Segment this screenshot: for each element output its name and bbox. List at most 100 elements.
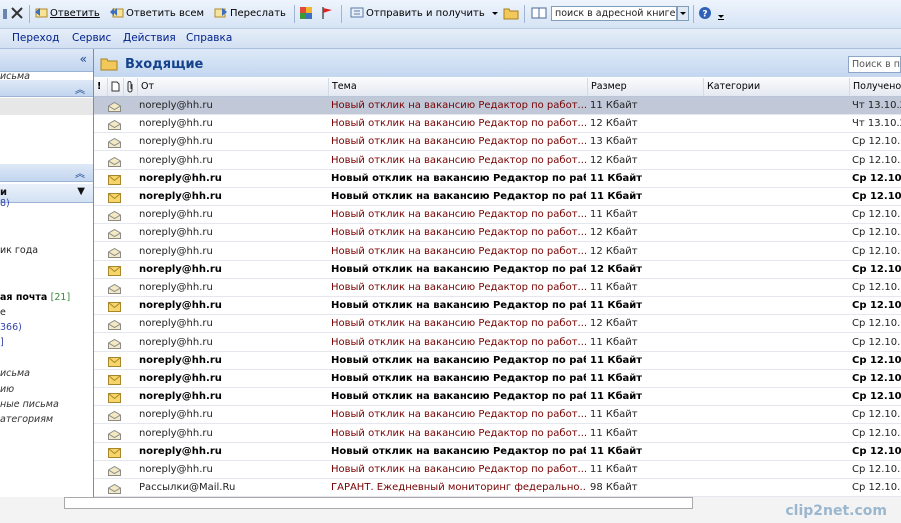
message-row[interactable]: noreply@hh.ru Новый отклик на вакансию Ре… — [94, 133, 901, 152]
message-received: Чт 13.10.2 — [852, 100, 901, 111]
reply-all-button[interactable]: Ответить всем — [110, 6, 204, 22]
nav-item[interactable]: 8) — [0, 198, 10, 209]
forward-icon — [214, 6, 228, 18]
message-row[interactable]: noreply@hh.ru Новый отклик на вакансию Ре… — [94, 334, 901, 352]
address-book-button[interactable] — [531, 6, 547, 22]
collapse-pane-icon[interactable]: « — [80, 52, 87, 66]
nav-item[interactable]: исьма — [0, 71, 30, 82]
nav-item[interactable]: ик года — [0, 245, 38, 256]
message-received: Ср 12.10.2 — [852, 136, 901, 148]
address-search-dropdown[interactable] — [677, 6, 689, 21]
message-size: 12 Кбайт — [590, 154, 638, 166]
message-received: Ср 12.10.2 — [852, 445, 901, 457]
nav-item[interactable]: 366) — [0, 322, 22, 333]
message-row[interactable]: noreply@hh.ru Новый отклик на вакансию Ре… — [94, 188, 901, 206]
menu-go[interactable]: Переход — [12, 32, 59, 44]
message-row[interactable]: noreply@hh.ru Новый отклик на вакансию Ре… — [94, 261, 901, 279]
nav-item-inbox[interactable]: ая почта [21] — [0, 292, 70, 303]
attachment-column[interactable] — [123, 78, 137, 96]
received-column-header[interactable]: Получено — [849, 78, 901, 96]
instant-search-input[interactable]: Поиск в п — [848, 56, 901, 73]
message-from: noreply@hh.ru — [139, 445, 222, 457]
icon-column[interactable] — [107, 78, 123, 96]
message-row[interactable]: noreply@hh.ru Новый отклик на вакансию Ре… — [94, 224, 901, 243]
message-row[interactable]: noreply@hh.ru Новый отклик на вакансию Ре… — [94, 206, 901, 225]
message-subject: Новый отклик на вакансию Редактор по раб… — [331, 227, 586, 239]
from-column-header[interactable]: От — [137, 78, 328, 96]
delete-button[interactable] — [10, 6, 24, 22]
message-row[interactable]: noreply@hh.ru Новый отклик на вакансию Ре… — [94, 243, 901, 261]
unread-envelope-icon — [108, 392, 121, 404]
message-received: Ср 12.10.2 — [852, 263, 901, 275]
message-row[interactable]: noreply@hh.ru Новый отклик на вакансию Ре… — [94, 170, 901, 188]
read-envelope-icon — [108, 247, 121, 258]
chevron-up-icon[interactable]: ︽ — [75, 81, 85, 96]
address-book-search-input[interactable]: поиск в адресной книге — [551, 6, 677, 21]
message-size: 11 Кбайт — [590, 427, 638, 439]
favorites-header[interactable]: ︽ — [0, 80, 93, 97]
message-size: 11 Кбайт — [590, 282, 638, 293]
categories-column-header[interactable]: Категории — [703, 78, 849, 96]
subject-column-header[interactable]: Тема — [328, 78, 587, 96]
message-subject: Новый отклик на вакансию Редактор по раб… — [331, 209, 586, 221]
message-row[interactable]: noreply@hh.ru Новый отклик на вакансию Ре… — [94, 461, 901, 479]
message-subject: Новый отклик на вакансию Редактор по раб… — [331, 136, 586, 148]
nav-item[interactable]: исьма — [0, 368, 30, 379]
message-subject: Новый отклик на вакансию Редактор по раб… — [331, 100, 586, 111]
move-icon[interactable] — [2, 6, 8, 22]
nav-item[interactable]: ию — [0, 384, 14, 395]
read-envelope-icon — [108, 210, 121, 222]
toolbar-separator — [341, 5, 342, 23]
message-row[interactable]: noreply@hh.ru Новый отклик на вакансию Ре… — [94, 425, 901, 443]
help-button[interactable]: ? — [698, 6, 712, 22]
message-subject: Новый отклик на вакансию Редактор по раб… — [331, 154, 586, 166]
message-row[interactable]: noreply@hh.ru Новый отклик на вакансию Ре… — [94, 152, 901, 170]
nav-item[interactable]: атегориям — [0, 414, 53, 425]
favorite-selected-item[interactable] — [0, 98, 93, 115]
message-subject: Новый отклик на вакансию Редактор по раб… — [331, 464, 586, 475]
reply-all-label: Ответить всем — [126, 8, 205, 19]
message-row[interactable]: noreply@hh.ru Новый отклик на вакансию Ре… — [94, 279, 901, 297]
toolbar: Ответить Ответить всем Переслать Отправи… — [0, 0, 901, 29]
message-row[interactable]: noreply@hh.ru Новый отклик на вакансию Ре… — [94, 297, 901, 316]
size-column-header[interactable]: Размер — [587, 78, 703, 96]
nav-item[interactable]: ] — [0, 337, 4, 348]
toolbar-options-icon[interactable] — [717, 10, 725, 26]
message-row[interactable]: noreply@hh.ru Новый отклик на вакансию Ре… — [94, 406, 901, 425]
message-row[interactable]: noreply@hh.ru Новый отклик на вакансию Ре… — [94, 97, 901, 115]
message-row[interactable]: noreply@hh.ru Новый отклик на вакансию Ре… — [94, 115, 901, 134]
all-mail-items-selector[interactable]: и ▼ — [0, 184, 93, 203]
message-row[interactable]: noreply@hh.ru Новый отклик на вакансию Ре… — [94, 443, 901, 461]
mail-folders-header[interactable]: ︽ — [0, 164, 93, 182]
message-row[interactable]: noreply@hh.ru Новый отклик на вакансию Ре… — [94, 388, 901, 407]
categorize-button[interactable] — [299, 6, 313, 22]
nav-item[interactable]: ные письма — [0, 399, 59, 410]
message-subject: Новый отклик на вакансию Редактор по раб… — [331, 245, 586, 257]
follow-up-button[interactable] — [320, 6, 334, 22]
read-envelope-icon — [108, 338, 121, 349]
send-receive-button[interactable]: Отправить и получить — [350, 6, 485, 22]
toolbar-separator — [524, 5, 525, 23]
forward-button[interactable]: Переслать — [214, 6, 286, 22]
message-row[interactable]: noreply@hh.ru Новый отклик на вакансию Ре… — [94, 315, 901, 334]
importance-column[interactable]: ! — [94, 78, 107, 96]
message-subject: Новый отклик на вакансию Редактор по раб… — [331, 445, 586, 457]
message-row[interactable]: noreply@hh.ru Новый отклик на вакансию Ре… — [94, 352, 901, 370]
message-row[interactable]: noreply@hh.ru Новый отклик на вакансию Ре… — [94, 370, 901, 388]
message-list: noreply@hh.ru Новый отклик на вакансию Ре… — [94, 97, 901, 497]
open-folder-button[interactable] — [503, 6, 519, 22]
read-envelope-icon — [108, 465, 121, 476]
horizontal-scrollbar[interactable] — [64, 497, 693, 509]
read-envelope-icon — [108, 483, 121, 495]
menu-actions[interactable]: Действия — [123, 32, 176, 44]
message-size: 98 Кбайт — [590, 482, 638, 494]
reply-button[interactable]: Ответить — [34, 6, 100, 22]
read-envelope-icon — [108, 410, 121, 422]
nav-item[interactable]: е — [0, 307, 6, 318]
send-receive-dropdown[interactable] — [491, 6, 499, 22]
menu-help[interactable]: Справка — [186, 32, 232, 44]
message-row[interactable]: Рассылки@Mail.Ru ГАРАНТ. Ежедневный монит… — [94, 479, 901, 497]
message-from: noreply@hh.ru — [139, 300, 222, 312]
menu-tools[interactable]: Сервис — [72, 32, 111, 44]
chevron-up-icon[interactable]: ︽ — [75, 165, 85, 180]
